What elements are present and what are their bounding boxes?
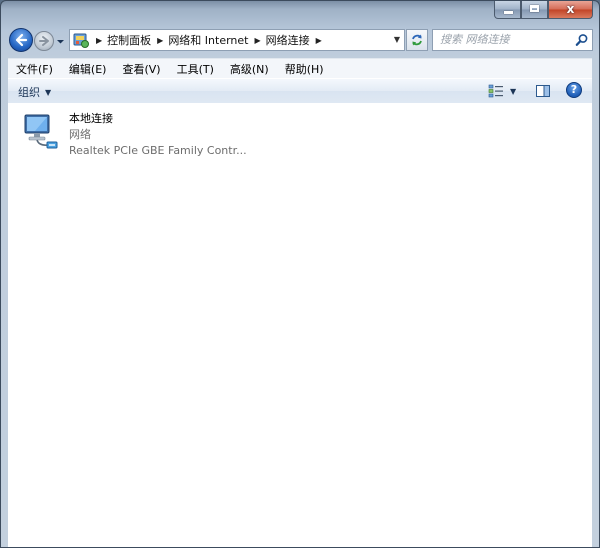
- breadcrumb-separator[interactable]: ▶: [157, 36, 163, 45]
- preview-pane-button[interactable]: [535, 83, 551, 99]
- menu-bar: 文件(F) 编辑(E) 查看(V) 工具(T) 高级(N) 帮助(H): [8, 58, 592, 78]
- maximize-icon: [530, 5, 539, 12]
- menu-view[interactable]: 查看(V): [114, 61, 168, 77]
- refresh-button[interactable]: [406, 29, 428, 51]
- close-icon: x: [566, 2, 575, 16]
- close-button[interactable]: x: [548, 1, 593, 19]
- connection-name: 本地连接: [69, 112, 113, 125]
- organize-label: 组织: [18, 86, 40, 99]
- chevron-down-icon: ▼: [45, 87, 52, 97]
- help-icon: ?: [570, 83, 578, 96]
- chevron-down-icon: [57, 40, 64, 44]
- menu-advanced[interactable]: 高级(N): [222, 61, 277, 77]
- connection-status: 网络: [69, 128, 91, 141]
- connection-details: 本地连接 网络 Realtek PCIe GBE Family Contr...: [69, 111, 247, 159]
- maximize-button[interactable]: [521, 1, 548, 19]
- forward-button[interactable]: [34, 31, 54, 51]
- address-dropdown-icon[interactable]: ▼: [394, 35, 400, 44]
- command-bar: 组织 ▼ ▼ ?: [8, 78, 592, 104]
- search-icon[interactable]: [575, 33, 589, 47]
- address-bar[interactable]: ▶ 控制面板 ▶ 网络和 Internet ▶ 网络连接 ▶ ▼: [69, 29, 405, 51]
- menu-tools[interactable]: 工具(T): [169, 61, 222, 77]
- minimize-icon: [504, 11, 513, 14]
- chevron-down-icon: ▼: [510, 86, 517, 96]
- change-view-button[interactable]: ▼: [488, 83, 522, 99]
- forward-arrow-icon: [39, 36, 49, 46]
- organize-button[interactable]: 组织 ▼: [18, 84, 51, 100]
- views-icon: [488, 84, 503, 98]
- refresh-icon: [412, 34, 422, 46]
- breadcrumb-separator[interactable]: ▶: [316, 36, 322, 45]
- search-box[interactable]: [432, 29, 593, 51]
- breadcrumb-separator[interactable]: ▶: [96, 36, 102, 45]
- breadcrumb-network-connections[interactable]: 网络连接: [266, 32, 310, 48]
- minimize-button[interactable]: [494, 1, 521, 19]
- back-button[interactable]: [9, 28, 33, 52]
- menu-help[interactable]: 帮助(H): [277, 61, 332, 77]
- explorer-window: x ▶ 控制面板 ▶ 网络和 Internet ▶ 网络连接 ▶ ▼ 搜索 网络…: [0, 0, 600, 548]
- breadcrumb-network-internet[interactable]: 网络和 Internet: [168, 32, 248, 48]
- back-arrow-icon: [15, 33, 28, 47]
- menu-file[interactable]: 文件(F): [8, 61, 61, 77]
- search-input[interactable]: [440, 33, 570, 46]
- breadcrumb-control-panel[interactable]: 控制面板: [107, 32, 151, 48]
- preview-pane-icon: [536, 85, 550, 97]
- list-item[interactable]: 本地连接 网络 Realtek PCIe GBE Family Contr...: [16, 108, 256, 160]
- recent-pages-button[interactable]: [56, 36, 65, 45]
- connections-list: 本地连接 网络 Realtek PCIe GBE Family Contr...: [8, 103, 592, 547]
- network-connection-icon: [24, 114, 58, 149]
- help-button[interactable]: ?: [566, 82, 582, 98]
- caption-buttons: x: [494, 1, 593, 20]
- breadcrumb-separator[interactable]: ▶: [255, 36, 261, 45]
- connection-device: Realtek PCIe GBE Family Contr...: [69, 144, 247, 157]
- navigation-row: ▶ 控制面板 ▶ 网络和 Internet ▶ 网络连接 ▶ ▼: [9, 28, 593, 54]
- control-panel-icon: [73, 33, 89, 48]
- menu-edit[interactable]: 编辑(E): [61, 61, 115, 77]
